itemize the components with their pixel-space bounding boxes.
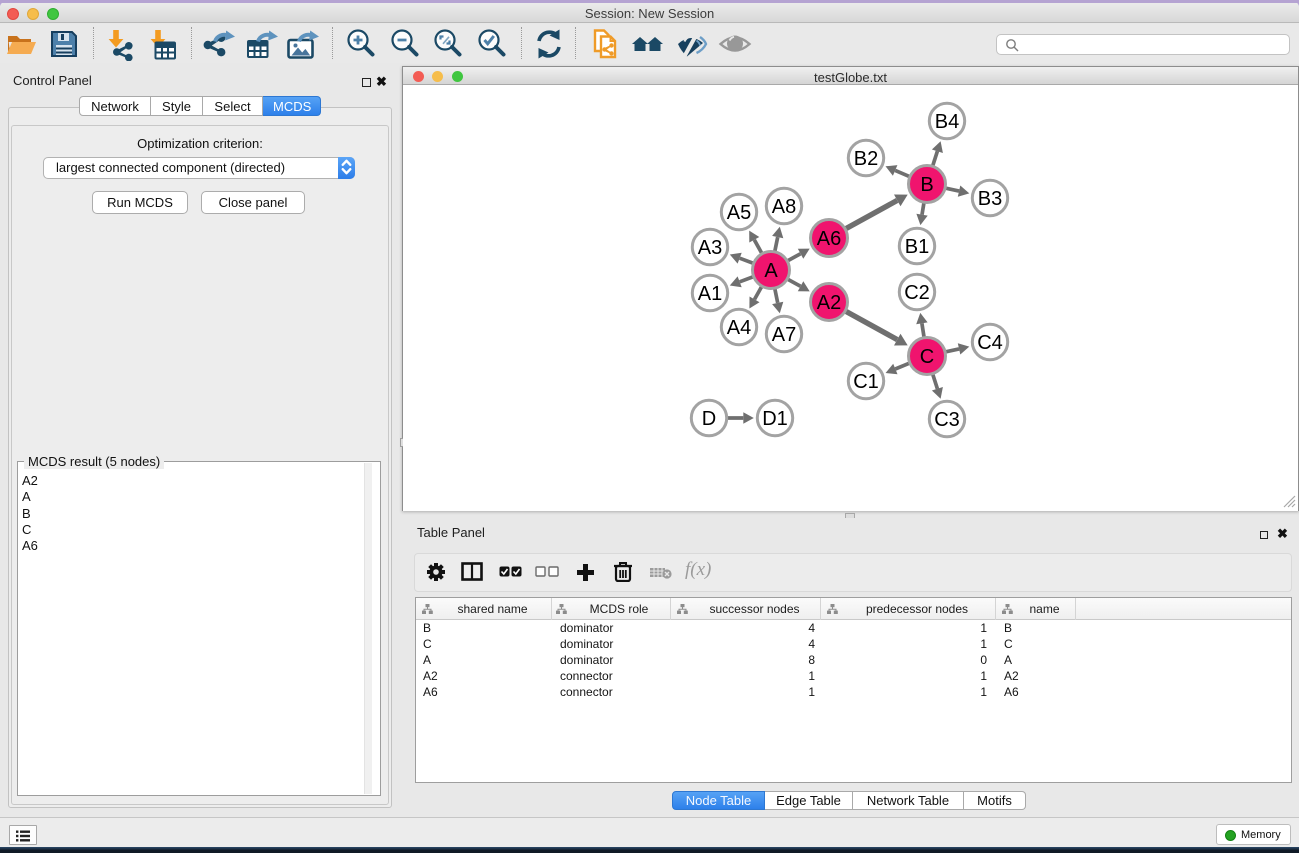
svg-text:B3: B3	[978, 188, 1002, 210]
svg-text:C: C	[920, 346, 934, 368]
svg-text:C3: C3	[934, 409, 960, 431]
svg-text:B1: B1	[905, 236, 929, 258]
svg-text:A8: A8	[772, 196, 796, 218]
svg-text:C4: C4	[977, 332, 1003, 354]
svg-text:A3: A3	[698, 237, 722, 259]
svg-text:B4: B4	[935, 111, 959, 133]
svg-text:B: B	[920, 174, 933, 196]
svg-text:A7: A7	[772, 324, 796, 346]
svg-text:A: A	[764, 260, 778, 282]
svg-text:A4: A4	[727, 317, 751, 339]
svg-text:A5: A5	[727, 202, 751, 224]
svg-text:D: D	[702, 408, 716, 430]
svg-text:A1: A1	[698, 283, 722, 305]
svg-text:A2: A2	[817, 292, 841, 314]
svg-text:A6: A6	[817, 228, 841, 250]
svg-text:B2: B2	[854, 148, 878, 170]
svg-text:D1: D1	[762, 408, 788, 430]
svg-text:C1: C1	[853, 371, 879, 393]
svg-text:C2: C2	[904, 282, 930, 304]
